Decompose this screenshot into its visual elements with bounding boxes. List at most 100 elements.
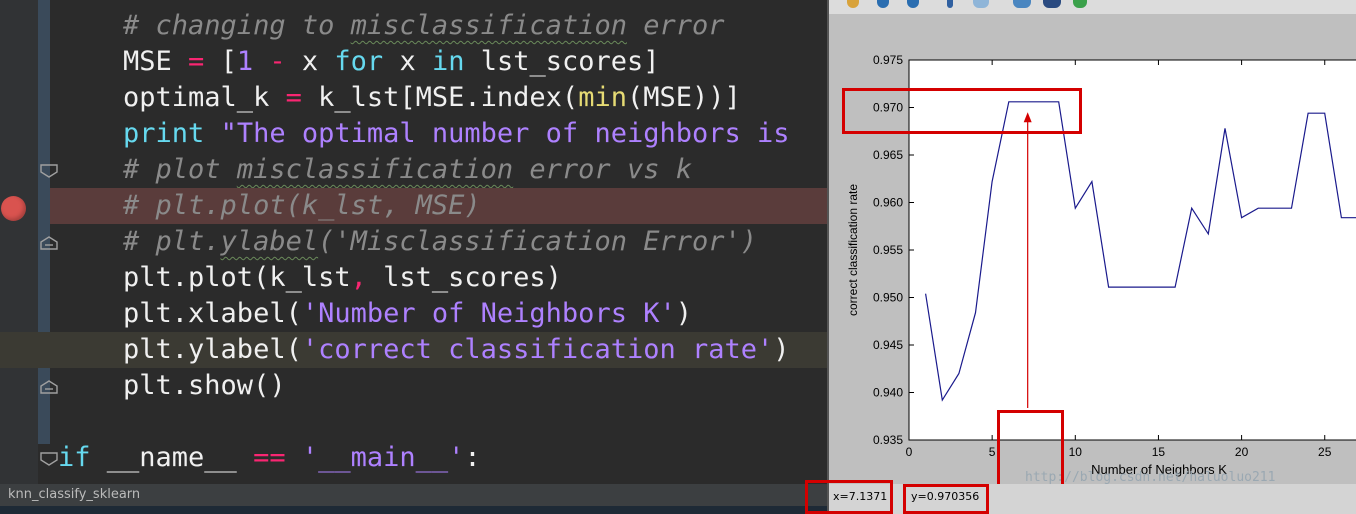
save-icon[interactable]: [1043, 0, 1061, 8]
code-token: misclassification: [236, 154, 514, 185]
code-token: in: [431, 46, 465, 77]
y-tick-label: 0.960: [873, 196, 903, 210]
code-token: print: [123, 118, 205, 149]
code-line[interactable]: plt.xlabel('Number of Neighbors K'): [0, 296, 827, 332]
breakpoint-icon[interactable]: [1, 196, 26, 221]
code-token: ylabel: [220, 226, 319, 257]
code-token: x: [383, 46, 432, 77]
code-text: # changing to misclassification error: [58, 8, 725, 44]
x-tick-label: 0: [906, 445, 913, 459]
figure-canvas[interactable]: 0 5 10 15 20 25 0.935 0.940 0.945 0.950 0.955 0.960…: [829, 14, 1356, 492]
code-text: plt.xlabel('Number of Neighbors K'): [58, 296, 692, 332]
plot-window: 0 5 10 15 20 25 0.935 0.940 0.945 0.950 0.955 0.960…: [805, 0, 1356, 514]
forward-icon[interactable]: [907, 0, 919, 8]
code-token: 1: [236, 46, 254, 77]
code-line[interactable]: print "The optimal number of neighbors i…: [0, 116, 827, 152]
code-line[interactable]: MSE = [1 - x for x in lst_scores]: [0, 44, 827, 80]
configure-icon[interactable]: [1013, 0, 1031, 8]
code-token: plt.ylabel(: [58, 334, 302, 365]
code-token: =: [188, 46, 205, 77]
code-token: # plt.plot(k_lst, MSE): [58, 190, 481, 221]
code-token: misclassification: [350, 10, 627, 41]
code-line[interactable]: # plt.plot(k_lst, MSE): [50, 188, 827, 224]
run-config-label[interactable]: knn_classify_sklearn: [8, 484, 140, 506]
edit-icon[interactable]: [1073, 0, 1087, 8]
code-token: '__main__': [301, 442, 465, 473]
code-token: ): [773, 334, 790, 365]
code-line[interactable]: # changing to misclassification error: [0, 8, 827, 44]
code-token: # plot: [58, 154, 237, 185]
y-tick-label: 0.975: [873, 53, 903, 67]
fold-end-icon[interactable]: [40, 164, 58, 178]
fold-start-icon[interactable]: [40, 236, 58, 250]
code-text: if __name__ == '__main__':: [58, 440, 481, 476]
code-line[interactable]: [0, 404, 827, 440]
code-token: ==: [253, 442, 286, 473]
code-line[interactable]: optimal_k = k_lst[MSE.index(min(MSE))]: [0, 80, 827, 116]
tool-window-strip: [0, 506, 827, 514]
coordinate-bar: x=7.1371 y=0.970356: [805, 480, 1356, 514]
code-token: optimal_k: [58, 82, 286, 113]
code-token: ('Misclassification Error'): [318, 226, 758, 257]
code-token: ): [675, 298, 692, 329]
code-line[interactable]: # plt.ylabel('Misclassification Error'): [0, 224, 827, 260]
y-tick-label: 0.955: [873, 243, 903, 257]
fold-end-icon[interactable]: [40, 452, 58, 466]
code-token: plt.plot(k_lst: [58, 262, 351, 293]
code-editor[interactable]: # changing to misclassification error MS…: [0, 0, 827, 484]
code-token: MSE: [58, 46, 189, 77]
code-token: lst_scores]: [464, 46, 660, 77]
code-token: "The optimal number of neighbors is: [204, 118, 790, 149]
code-token: k_lst[MSE.index(: [301, 82, 579, 113]
x-tick-label: 15: [1152, 445, 1166, 459]
x-tick-label: 25: [1318, 445, 1332, 459]
y-tick-label: 0.950: [873, 291, 903, 305]
code-text: optimal_k = k_lst[MSE.index(min(MSE))]: [58, 80, 741, 116]
code-token: # changing to: [58, 10, 351, 41]
zoom-icon[interactable]: [973, 0, 989, 8]
code-token: -: [269, 46, 286, 77]
code-token: error vs k: [513, 154, 692, 185]
code-token: 'correct classification rate': [301, 334, 774, 365]
x-tick-label: 10: [1069, 445, 1083, 459]
code-text: plt.ylabel('correct classification rate'…: [58, 332, 790, 368]
back-icon[interactable]: [877, 0, 889, 8]
x-tick-label: 20: [1235, 445, 1249, 459]
code-line[interactable]: # plot misclassification error vs k: [0, 152, 827, 188]
x-readout-highlight-box: [805, 480, 893, 514]
y-readout-highlight-box: [903, 484, 989, 514]
code-line[interactable]: plt.ylabel('correct classification rate'…: [0, 332, 827, 368]
code-text: print "The optimal number of neighbors i…: [58, 116, 790, 152]
code-line[interactable]: plt.plot(k_lst, lst_scores): [0, 260, 827, 296]
code-token: lst_scores): [366, 262, 562, 293]
code-token: plt.show(): [58, 370, 286, 401]
code-line[interactable]: if __name__ == '__main__':: [0, 440, 827, 476]
code-token: error: [626, 10, 725, 41]
code-token: if: [58, 442, 91, 473]
x-tick-label: 5: [989, 445, 996, 459]
y-tick-label: 0.945: [873, 338, 903, 352]
code-text: plt.plot(k_lst, lst_scores): [58, 260, 562, 296]
peak-highlight-box: [842, 88, 1082, 134]
code-token: 'Number of Neighbors K': [301, 298, 676, 329]
code-text: # plt.ylabel('Misclassification Error'): [58, 224, 757, 260]
code-token: __name__: [90, 442, 254, 473]
watermark-text: http://blog.csdn.net/haluoluo211: [1025, 470, 1276, 485]
y-tick-label: 0.965: [873, 148, 903, 162]
pan-icon[interactable]: [947, 0, 953, 8]
code-line[interactable]: plt.show(): [0, 368, 827, 404]
y-axis-label: correct classification rate: [846, 184, 860, 316]
fold-start-icon[interactable]: [40, 380, 58, 394]
code-text: plt.show(): [58, 368, 286, 404]
code-token: (MSE))]: [626, 82, 741, 113]
home-icon[interactable]: [847, 0, 859, 8]
code-token: x: [285, 46, 335, 77]
code-token: :: [464, 442, 481, 473]
y-tick-label: 0.940: [873, 386, 903, 400]
status-bar: knn_classify_sklearn: [0, 484, 827, 506]
code-text: # plot misclassification error vs k: [58, 152, 692, 188]
code-token: # plt.: [58, 226, 221, 257]
code-text: MSE = [1 - x for x in lst_scores]: [58, 44, 660, 80]
